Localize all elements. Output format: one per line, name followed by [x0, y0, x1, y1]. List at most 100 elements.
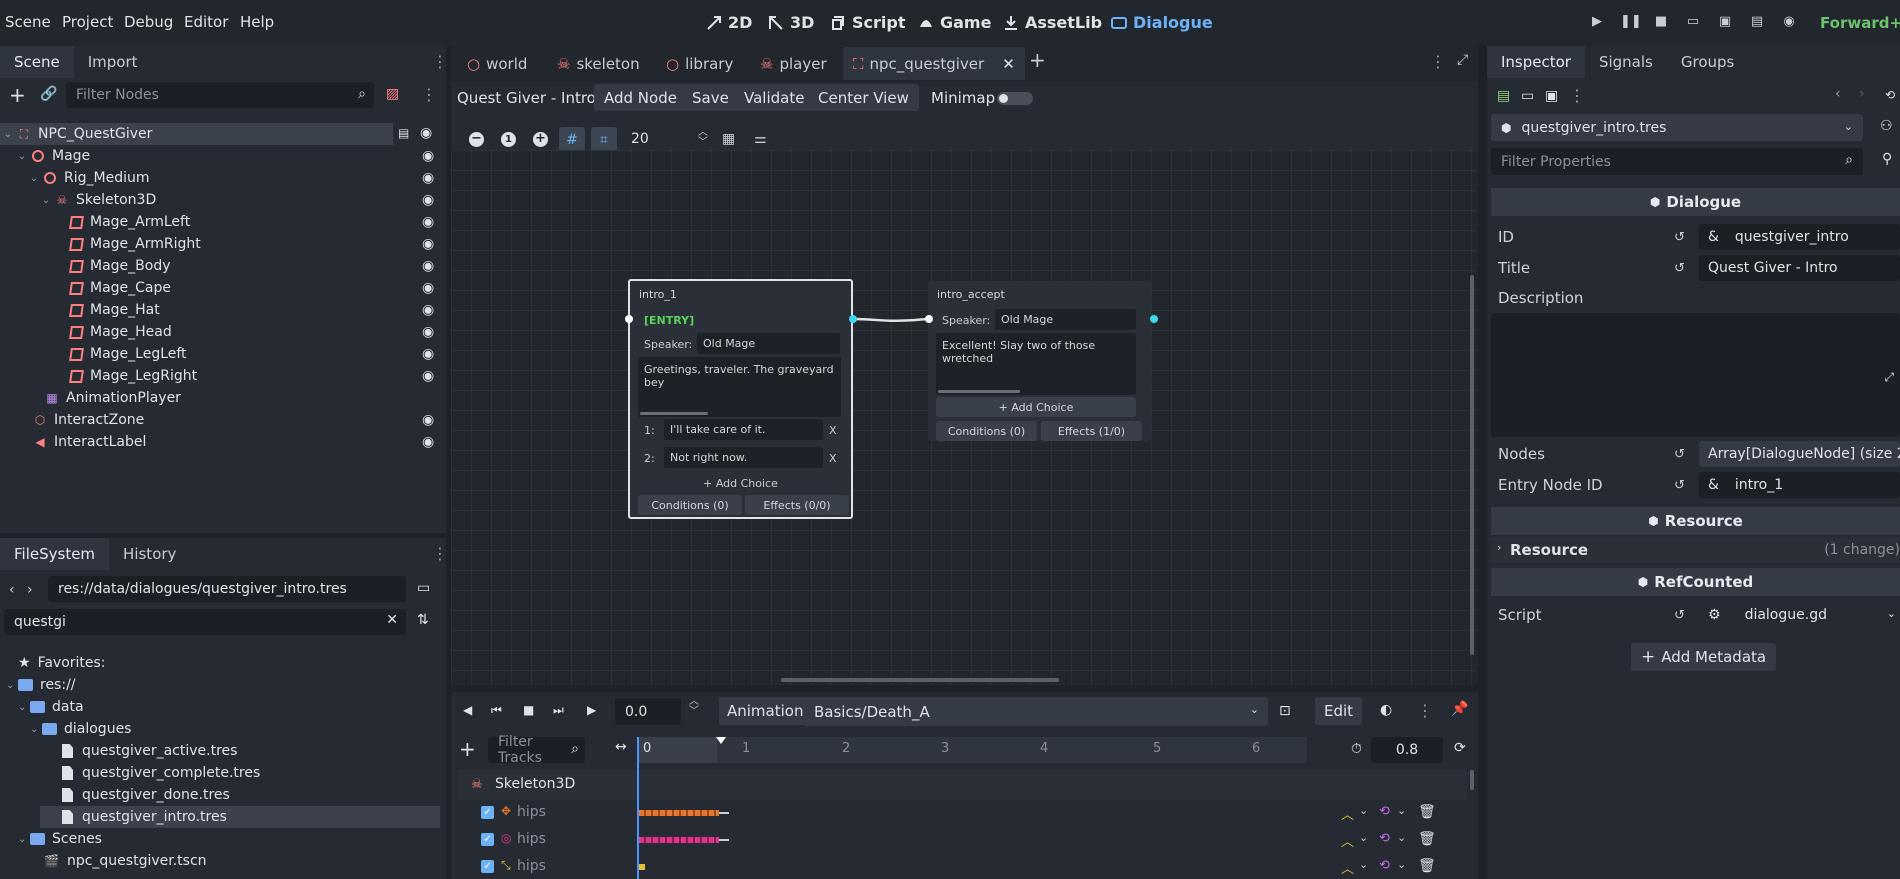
- tree-row-root[interactable]: ⌄ ⛶ NPC_QuestGiver: [0, 123, 393, 145]
- visibility-eye-icon[interactable]: ◉: [422, 192, 438, 208]
- visibility-eye-icon[interactable]: ◉: [422, 412, 438, 428]
- movie-maker-icon[interactable]: ◉: [1780, 14, 1798, 32]
- tree-row-mesh[interactable]: Mage_Head ◉: [0, 321, 446, 343]
- play-start-icon[interactable]: ⏭: [553, 703, 564, 718]
- loop-wrap-icon[interactable]: ⟲: [1379, 804, 1390, 819]
- arrange-nodes-icon[interactable]: ⚌: [754, 131, 767, 147]
- interpolation-icon[interactable]: ︿: [1341, 858, 1354, 877]
- revert-icon[interactable]: ↺: [1674, 230, 1690, 246]
- property-options-icon[interactable]: ⚲: [1882, 151, 1892, 167]
- prop-id-field[interactable]: & questgiver_intro: [1699, 224, 1900, 250]
- visibility-eye-icon[interactable]: ◉: [422, 280, 438, 296]
- filter-properties-input[interactable]: Filter Properties ⌕: [1491, 148, 1863, 175]
- visibility-eye-icon[interactable]: ◉: [422, 434, 438, 450]
- prop-nodes-field[interactable]: Array[DialogueNode] (size 2: [1699, 441, 1900, 467]
- add-metadata-button[interactable]: + Add Metadata: [1631, 643, 1777, 671]
- delete-track-icon[interactable]: 🗑: [1418, 858, 1436, 874]
- chevron-down-icon[interactable]: ⌄: [1359, 858, 1368, 871]
- tracks-scrollbar[interactable]: [1470, 770, 1474, 790]
- conditions-button[interactable]: Conditions (0): [936, 421, 1037, 441]
- scene-tab-library[interactable]: ○ library: [666, 51, 733, 77]
- graph-node-intro-1[interactable]: intro_1 [ENTRY] Speaker: Old Mage Greeti…: [628, 279, 853, 519]
- save-button[interactable]: Save: [682, 84, 739, 111]
- revert-icon[interactable]: ↺: [1674, 261, 1690, 277]
- filter-tracks-input[interactable]: Filter Tracks ⌕: [488, 734, 585, 766]
- path-field[interactable]: res://data/dialogues/questgiver_intro.tr…: [48, 576, 406, 602]
- collapse-icon[interactable]: ⌄: [28, 173, 40, 184]
- tree-row-skeleton3d[interactable]: ⌄ ☠ Skeleton3D ◉: [0, 189, 446, 211]
- workspace-assetlib[interactable]: AssetLib: [1003, 13, 1102, 32]
- visibility-eye-icon[interactable]: ◉: [422, 346, 438, 362]
- minimap-icon[interactable]: ▦: [722, 131, 735, 147]
- favorites-row[interactable]: ★ Favorites:: [0, 652, 446, 674]
- split-view-icon[interactable]: ▭: [417, 580, 430, 596]
- revert-icon[interactable]: ↺: [1674, 447, 1690, 463]
- back-icon[interactable]: ‹: [9, 582, 15, 598]
- autoplay-icon[interactable]: ⊡: [1279, 703, 1291, 719]
- input-port[interactable]: [625, 315, 633, 323]
- sort-icon[interactable]: ⇅: [417, 612, 429, 628]
- keyframe[interactable]: [639, 864, 645, 870]
- minimap-toggle[interactable]: [997, 92, 1033, 105]
- pause-icon[interactable]: ❚❚: [1620, 14, 1642, 32]
- output-port[interactable]: [849, 315, 857, 323]
- instance-scene-icon[interactable]: 🔗: [40, 86, 57, 102]
- menu-help[interactable]: Help: [240, 13, 274, 31]
- renderer-selector[interactable]: Forward+: [1820, 14, 1900, 32]
- file-row-res[interactable]: ⌄ res://: [0, 674, 446, 696]
- resource-path-selector[interactable]: ⬢ questgiver_intro.tres ⌄: [1491, 114, 1863, 141]
- visibility-eye-icon[interactable]: ◉: [420, 125, 432, 141]
- animation-length-field[interactable]: 0.8: [1371, 737, 1443, 763]
- timeline-zoom-icon[interactable]: ↔: [615, 739, 627, 755]
- chevron-down-icon[interactable]: ⌄: [1397, 804, 1406, 817]
- playhead[interactable]: [637, 737, 639, 879]
- tab-groups[interactable]: Groups: [1667, 46, 1748, 78]
- prop-title-field[interactable]: Quest Giver - Intro: [1699, 255, 1900, 281]
- workspace-3d[interactable]: 3D: [768, 13, 814, 32]
- scene-tab-skeleton[interactable]: ☠ skeleton: [557, 51, 640, 77]
- workspace-dialogue[interactable]: Dialogue: [1111, 13, 1213, 32]
- file-row-tres[interactable]: questgiver_complete.tres: [0, 762, 446, 784]
- track-enable-checkbox[interactable]: ✓: [481, 860, 494, 873]
- play-custom-scene-icon[interactable]: ▤: [1748, 14, 1766, 32]
- file-row-dialogues[interactable]: ⌄ dialogues: [0, 718, 446, 740]
- collapse-icon[interactable]: ⌄: [30, 724, 42, 735]
- history-forward-icon[interactable]: ›: [1859, 86, 1865, 102]
- effects-button[interactable]: Effects (0/0): [745, 495, 849, 515]
- visibility-eye-icon[interactable]: ◉: [422, 368, 438, 384]
- dialogue-graph[interactable]: intro_1 [ENTRY] Speaker: Old Mage Greeti…: [451, 150, 1478, 685]
- node-info-icon[interactable]: ⚇: [1880, 118, 1893, 134]
- remove-choice-button[interactable]: X: [829, 424, 837, 437]
- scene-tab-player[interactable]: ☠ player: [760, 51, 827, 77]
- menu-editor[interactable]: Editor: [184, 13, 228, 31]
- collapse-icon[interactable]: ⌄: [2, 129, 14, 140]
- zoom-in-icon[interactable]: +: [533, 132, 548, 147]
- speaker-field[interactable]: Old Mage: [995, 309, 1136, 330]
- effects-button[interactable]: Effects (1/0): [1041, 421, 1142, 441]
- validate-button[interactable]: Validate: [734, 84, 815, 111]
- file-row-tres[interactable]: questgiver_active.tres: [0, 740, 446, 762]
- delete-track-icon[interactable]: 🗑: [1418, 804, 1436, 820]
- new-resource-icon[interactable]: ▤: [1497, 88, 1510, 104]
- collapse-icon[interactable]: ⌄: [18, 702, 30, 713]
- tree-row-mesh[interactable]: Mage_LegRight ◉: [0, 365, 446, 387]
- collapse-icon[interactable]: ⌄: [40, 195, 52, 206]
- visibility-eye-icon[interactable]: ◉: [422, 324, 438, 340]
- loop-wrap-icon[interactable]: ⟲: [1379, 831, 1390, 846]
- track-group-header[interactable]: ☠ Skeleton3D: [457, 770, 1467, 800]
- tree-row-mesh[interactable]: Mage_Hat ◉: [0, 299, 446, 321]
- play-backwards-icon[interactable]: ◀: [463, 703, 472, 717]
- tree-row-mesh[interactable]: Mage_ArmRight ◉: [0, 233, 446, 255]
- time-field[interactable]: 0.0: [615, 698, 681, 725]
- graph-node-intro-accept[interactable]: intro_accept Speaker: Old Mage Excellent…: [928, 281, 1151, 441]
- scene-tab-world[interactable]: ○ world: [467, 51, 527, 77]
- collapse-icon[interactable]: ⌄: [16, 151, 28, 162]
- chevron-down-icon[interactable]: ⌄: [1397, 831, 1406, 844]
- visibility-eye-icon[interactable]: ◉: [422, 170, 438, 186]
- filesystem-menu-icon[interactable]: ⋮: [432, 544, 448, 563]
- revert-icon[interactable]: ↺: [1674, 478, 1690, 494]
- tab-signals[interactable]: Signals: [1585, 46, 1667, 78]
- save-icon[interactable]: ▣: [1545, 88, 1558, 104]
- text-scrollbar[interactable]: [938, 390, 1020, 393]
- visibility-eye-icon[interactable]: ◉: [422, 236, 438, 252]
